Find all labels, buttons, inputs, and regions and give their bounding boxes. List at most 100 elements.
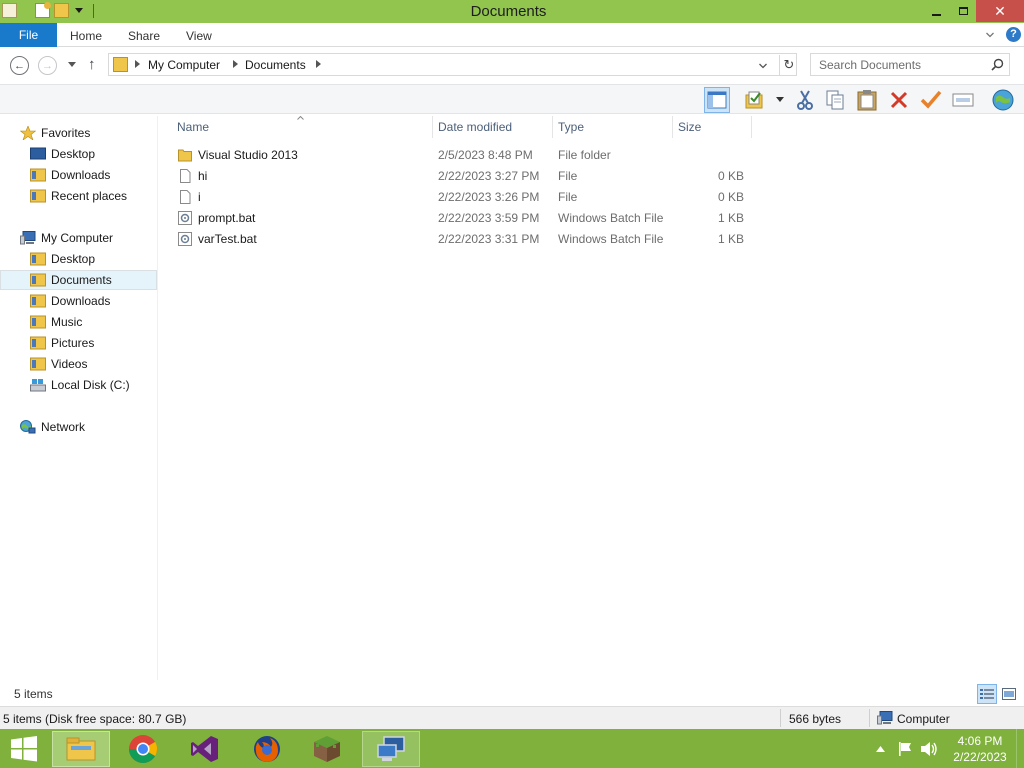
properties-button[interactable] [742, 87, 768, 113]
close-button[interactable]: ✕ [976, 0, 1024, 22]
nav-computer-music[interactable]: Music [30, 312, 150, 332]
show-desktop-button[interactable] [1016, 729, 1024, 768]
column-divider[interactable] [751, 116, 752, 138]
taskbar-app-chrome[interactable] [114, 731, 172, 767]
recent-locations-icon[interactable] [68, 62, 76, 67]
file-name: hi [198, 169, 208, 183]
navigation-pane-button[interactable] [704, 87, 730, 113]
documents-folder-icon [113, 57, 128, 72]
breadcrumb-arrow-icon[interactable] [233, 60, 238, 68]
details-divider [869, 709, 870, 727]
documents-folder-icon [30, 273, 46, 287]
breadcrumb-documents[interactable]: Documents [245, 58, 306, 72]
address-bar[interactable]: My Computer Documents ↻ [108, 53, 797, 76]
windows-start-icon[interactable] [10, 736, 38, 762]
column-divider[interactable] [552, 116, 553, 138]
tab-home[interactable]: Home [70, 29, 102, 43]
search-input[interactable] [811, 54, 986, 75]
properties-dropdown-icon[interactable] [776, 97, 784, 103]
select-button[interactable] [950, 87, 976, 113]
volume-button[interactable] [920, 729, 938, 768]
nav-my-computer[interactable]: My Computer [20, 228, 150, 248]
address-history-dropdown-icon[interactable] [759, 63, 767, 69]
taskbar-app-visual-studio[interactable] [176, 731, 234, 767]
folder-properties-icon [745, 91, 763, 109]
maximize-button[interactable] [950, 0, 976, 22]
navigation-pane-icon [707, 91, 727, 109]
copy-button[interactable] [822, 87, 848, 113]
breadcrumb-my-computer[interactable]: My Computer [148, 58, 220, 72]
breadcrumb-arrow-icon[interactable] [316, 60, 321, 68]
file-type: Windows Batch File [558, 211, 664, 225]
nav-computer-documents[interactable]: Documents [0, 270, 157, 290]
taskbar-app-file-explorer[interactable] [52, 731, 110, 767]
column-divider[interactable] [672, 116, 673, 138]
action-center-button[interactable] [898, 729, 914, 768]
taskbar-app-remote-desktop[interactable] [362, 731, 420, 767]
nav-item-label: Documents [51, 273, 112, 287]
nav-network[interactable]: Network [20, 417, 150, 437]
nav-item-label: Desktop [51, 252, 96, 266]
file-date-modified: 2/5/2023 8:48 PM [438, 148, 533, 162]
file-name: varTest.bat [198, 232, 257, 246]
refresh-icon: ↻ [783, 57, 795, 72]
back-button[interactable]: ← [10, 56, 29, 75]
breadcrumb-arrow-icon[interactable] [135, 60, 140, 68]
forward-button[interactable]: → [38, 56, 57, 75]
file-row[interactable]: varTest.bat 2/22/2023 3:31 PM Windows Ba… [174, 229, 754, 249]
nav-computer-videos[interactable]: Videos [30, 354, 150, 374]
nav-item-label: Downloads [51, 168, 111, 182]
show-hidden-icons-button[interactable] [876, 729, 885, 768]
nav-computer-local-disk[interactable]: Local Disk (C:) [30, 375, 150, 395]
details-divider [780, 709, 781, 727]
nav-computer-desktop[interactable]: Desktop [30, 249, 150, 269]
tab-share[interactable]: Share [128, 29, 160, 43]
nav-computer-downloads[interactable]: Downloads [30, 291, 150, 311]
search-box[interactable] [810, 53, 1010, 76]
taskbar-app-minecraft[interactable] [298, 731, 356, 767]
file-size: 1 KB [717, 211, 744, 225]
nav-favorite-downloads[interactable]: Downloads [30, 165, 150, 185]
arrow-left-icon: ← [14, 59, 25, 72]
help-button[interactable]: ? [1006, 27, 1021, 42]
taskbar-app-firefox[interactable] [238, 731, 296, 767]
system-clock[interactable]: 4:06 PM 2/22/2023 [950, 733, 1010, 765]
visual-studio-icon [191, 736, 218, 762]
up-button[interactable]: ↑ [88, 56, 96, 73]
column-divider[interactable] [432, 116, 433, 138]
delete-button[interactable] [886, 87, 912, 113]
column-header-date-modified[interactable]: Date modified [438, 120, 512, 134]
paste-button[interactable] [854, 87, 880, 113]
tab-view[interactable]: View [186, 29, 212, 43]
close-icon: ✕ [994, 2, 1006, 19]
large-icons-view-button[interactable] [999, 684, 1019, 704]
speaker-icon [921, 741, 937, 756]
tab-file[interactable]: File [0, 23, 57, 47]
search-icon[interactable] [991, 58, 1004, 71]
file-row[interactable]: i 2/22/2023 3:26 PM File 0 KB [174, 187, 754, 207]
nav-favorites-label: Favorites [41, 126, 91, 140]
nav-favorites[interactable]: Favorites [20, 123, 150, 143]
nav-favorite-desktop[interactable]: Desktop [30, 144, 150, 164]
network-button[interactable] [990, 87, 1016, 113]
refresh-button[interactable]: ↻ [779, 55, 798, 75]
nav-computer-pictures[interactable]: Pictures [30, 333, 150, 353]
ribbon-tabs: File Home Share View ? [0, 23, 1024, 47]
file-row[interactable]: hi 2/22/2023 3:27 PM File 0 KB [174, 166, 754, 186]
rename-button[interactable] [918, 87, 944, 113]
details-view-button[interactable] [977, 684, 997, 704]
column-header-name[interactable]: Name [177, 120, 209, 134]
file-row[interactable]: prompt.bat 2/22/2023 3:59 PM Windows Bat… [174, 208, 754, 228]
cut-button[interactable] [792, 87, 818, 113]
minimize-button[interactable] [922, 0, 950, 22]
expand-ribbon-icon[interactable] [986, 32, 994, 38]
delete-x-icon [890, 91, 908, 109]
column-header-size[interactable]: Size [678, 120, 701, 134]
file-date-modified: 2/22/2023 3:31 PM [438, 232, 540, 246]
nav-favorite-recent-places[interactable]: Recent places [30, 186, 150, 206]
file-row[interactable]: Visual Studio 2013 2/5/2023 8:48 PM File… [174, 145, 754, 165]
network-icon [20, 420, 36, 434]
title-bar: Documents ✕ [0, 0, 1024, 23]
column-header-type[interactable]: Type [558, 120, 584, 134]
nav-item-label: Music [51, 315, 83, 329]
